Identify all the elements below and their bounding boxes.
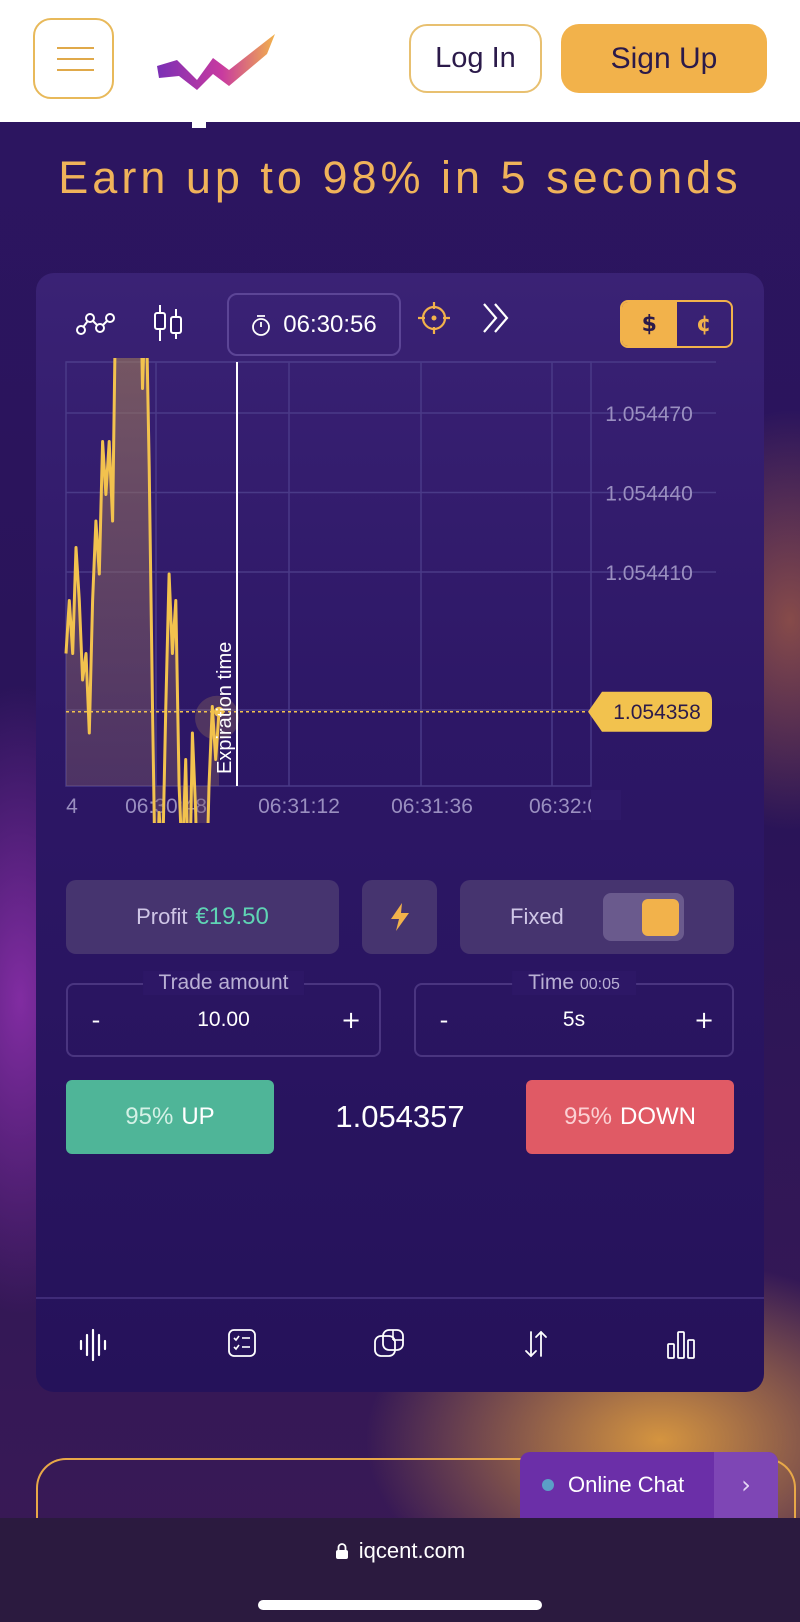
trade-up-button[interactable]: 95% UP xyxy=(66,1080,274,1154)
signup-button[interactable]: Sign Up xyxy=(561,24,767,93)
sort-arrows-icon[interactable] xyxy=(521,1328,551,1360)
toggle-knob xyxy=(642,899,679,936)
expiration-time-label: Expiration time xyxy=(214,642,236,774)
online-status-dot-icon xyxy=(542,1479,554,1491)
browser-address-bar: iqcent.com xyxy=(0,1518,800,1622)
y-axis-tick-label: 1.054440 xyxy=(605,483,693,506)
url-text: iqcent.com xyxy=(358,1538,466,1563)
page-headline: Earn up to 98% in 5 seconds xyxy=(58,152,742,203)
online-chat-label: Online Chat xyxy=(568,1472,685,1497)
x-axis-tick-label: 06:31:12 xyxy=(258,795,340,818)
url-display[interactable]: iqcent.com xyxy=(0,1538,800,1564)
fixed-mode-box: Fixed xyxy=(460,880,734,954)
profit-display: Profit €19.50 xyxy=(66,880,339,954)
timer-value: 06:30:56 xyxy=(283,310,377,338)
profit-value: €19.50 xyxy=(195,903,269,930)
portfolio-pie-icon[interactable] xyxy=(373,1328,405,1360)
login-button[interactable]: Log In xyxy=(409,24,542,93)
crosshair-target-icon[interactable] xyxy=(416,300,452,336)
menu-line-icon xyxy=(57,58,94,60)
quick-trade-button[interactable] xyxy=(362,880,437,954)
trading-widget: 06:30:56 $ ¢ 1.054470 1.054440 1.054410 4 06… xyxy=(36,273,764,1392)
y-axis-tick-label: 1.054470 xyxy=(605,403,693,426)
current-price-badge-label: 1.054358 xyxy=(613,701,701,724)
site-header: Log In Sign Up xyxy=(0,0,800,122)
fixed-label: Fixed xyxy=(510,904,564,929)
price-area-fill xyxy=(66,358,219,823)
currency-cent-option[interactable]: ¢ xyxy=(677,302,732,346)
lightning-bolt-icon xyxy=(390,903,409,931)
menu-line-icon xyxy=(57,69,94,71)
price-chart[interactable]: 1.0544701.0544401.0544104 06:30:48 06:31:1… xyxy=(36,358,764,823)
iqcent-logo-icon[interactable] xyxy=(155,28,280,93)
stopwatch-icon xyxy=(252,314,271,336)
time-field: Time 00:05 - 5s + xyxy=(414,971,734,1057)
x-axis-tick-label: 06:32:0 xyxy=(529,795,599,818)
candlestick-chart-icon[interactable] xyxy=(151,303,185,343)
sound-wave-icon[interactable] xyxy=(78,1328,108,1362)
up-payout-percent: 95% xyxy=(125,1103,174,1130)
x-axis-tick-label: 06:31:36 xyxy=(391,795,473,818)
chevron-right-icon[interactable]: › xyxy=(714,1452,778,1518)
current-price: 1.054357 xyxy=(335,1099,465,1134)
hamburger-menu-button[interactable] xyxy=(33,18,114,99)
profit-label: Profit xyxy=(136,904,188,929)
online-chat-button[interactable]: Online Chat › xyxy=(520,1452,778,1518)
checklist-icon[interactable] xyxy=(227,1328,257,1358)
down-payout-percent: 95% xyxy=(563,1103,613,1130)
fixed-mode-toggle[interactable] xyxy=(603,893,684,941)
menu-line-icon xyxy=(57,47,94,49)
double-chevron-right-icon[interactable] xyxy=(480,301,512,335)
trade-down-button[interactable]: 95% DOWN xyxy=(526,1080,734,1154)
home-indicator xyxy=(258,1600,542,1610)
x-axis-tick-label: 4 xyxy=(66,795,78,818)
bar-chart-icon[interactable] xyxy=(666,1328,696,1360)
server-time-display: 06:30:56 xyxy=(227,293,401,356)
widget-divider xyxy=(36,1297,764,1299)
currency-toggle[interactable]: $ ¢ xyxy=(620,300,733,348)
x-label-clip xyxy=(591,790,621,820)
line-chart-type-icon[interactable] xyxy=(76,310,116,338)
trade-amount-field: Trade amount - 10.00 + xyxy=(66,971,381,1057)
trade-amount-plus-button[interactable]: + xyxy=(331,985,371,1055)
lock-icon xyxy=(335,1543,348,1559)
y-axis-tick-label: 1.054410 xyxy=(605,562,693,585)
down-label: DOWN xyxy=(620,1103,697,1130)
currency-dollar-option[interactable]: $ xyxy=(622,302,677,346)
up-label: UP xyxy=(181,1103,215,1130)
time-plus-button[interactable]: + xyxy=(684,985,724,1055)
